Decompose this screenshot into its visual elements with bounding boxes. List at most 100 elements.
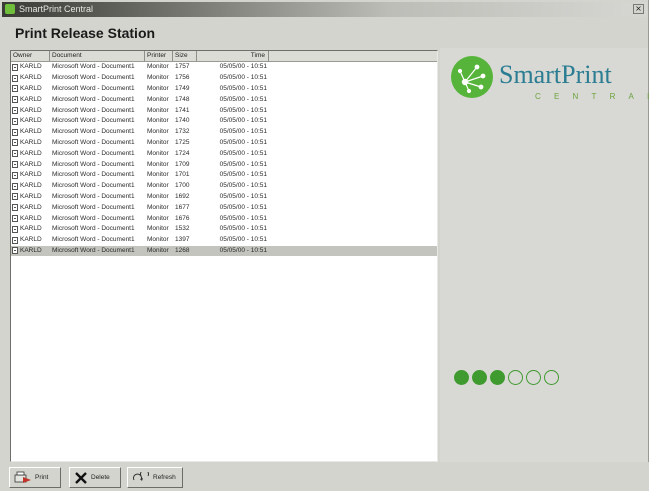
progress-dot <box>472 370 487 385</box>
delete-x-icon <box>75 471 87 484</box>
page-title: Print Release Station <box>15 25 156 41</box>
owner-text: KARLD <box>20 182 42 190</box>
table-row[interactable]: KARLD Microsoft Word - Document1 Monitor 17… <box>11 62 437 73</box>
cell-time: 05/05/00 - 10:51 <box>219 63 267 71</box>
cell-document: Microsoft Word - Document1 <box>52 128 135 136</box>
list-header: Owner Document Printer Size Time <box>11 51 437 62</box>
document-icon <box>12 139 18 147</box>
table-row[interactable]: KARLD Microsoft Word - Document1 Monitor 17… <box>11 84 437 95</box>
cell-size: 1532 <box>175 225 190 233</box>
progress-dot <box>508 370 523 385</box>
cell-time: 05/05/00 - 10:51 <box>219 225 267 233</box>
owner-text: KARLD <box>20 171 42 179</box>
cell-document: Microsoft Word - Document1 <box>52 84 135 92</box>
refresh-button[interactable]: Refresh <box>127 467 183 488</box>
cell-document: Microsoft Word - Document1 <box>52 117 135 125</box>
cell-size: 1709 <box>175 160 190 168</box>
table-row[interactable]: KARLD Microsoft Word - Document1 Monitor 16… <box>11 213 437 224</box>
cell-size: 1692 <box>175 192 190 200</box>
column-header-owner[interactable]: Owner <box>11 51 50 61</box>
cell-document: Microsoft Word - Document1 <box>52 149 135 157</box>
cell-document: Microsoft Word - Document1 <box>52 203 135 211</box>
cell-printer: Monitor <box>147 246 169 254</box>
cell-owner: KARLD <box>11 149 50 159</box>
cell-time: 05/05/00 - 10:51 <box>219 128 267 136</box>
table-row[interactable]: KARLD Microsoft Word - Document1 Monitor 12… <box>11 245 437 257</box>
column-header-printer[interactable]: Printer <box>145 51 173 61</box>
owner-text: KARLD <box>20 192 42 200</box>
table-row[interactable]: KARLD Microsoft Word - Document1 Monitor 17… <box>11 94 437 105</box>
owner-text: KARLD <box>20 246 42 254</box>
brand-subtitle: CENTRAL <box>535 92 649 101</box>
table-row[interactable]: KARLD Microsoft Word - Document1 Monitor 17… <box>11 105 437 116</box>
table-row[interactable]: KARLD Microsoft Word - Document1 Monitor 13… <box>11 235 437 246</box>
table-row[interactable]: KARLD Microsoft Word - Document1 Monitor 16… <box>11 202 437 213</box>
document-icon <box>12 128 18 136</box>
cell-document: Microsoft Word - Document1 <box>52 192 135 200</box>
cell-printer: Monitor <box>147 63 169 71</box>
table-row[interactable]: KARLD Microsoft Word - Document1 Monitor 17… <box>11 116 437 127</box>
print-job-list[interactable]: Owner Document Printer Size Time KARLD Mi… <box>10 50 438 462</box>
column-header-time[interactable]: Time <box>197 51 269 61</box>
owner-text: KARLD <box>20 149 42 157</box>
cell-printer: Monitor <box>147 192 169 200</box>
document-icon <box>12 204 18 212</box>
refresh-icon <box>133 471 149 481</box>
document-icon <box>12 85 18 93</box>
table-row[interactable]: KARLD Microsoft Word - Document1 Monitor 17… <box>11 159 437 170</box>
table-row[interactable]: KARLD Microsoft Word - Document1 Monitor 17… <box>11 170 437 181</box>
owner-text: KARLD <box>20 138 42 146</box>
table-row[interactable]: KARLD Microsoft Word - Document1 Monitor 17… <box>11 148 437 159</box>
table-row[interactable]: KARLD Microsoft Word - Document1 Monitor 17… <box>11 181 437 192</box>
owner-text: KARLD <box>20 160 42 168</box>
cell-document: Microsoft Word - Document1 <box>52 236 135 244</box>
cell-size: 1725 <box>175 138 190 146</box>
delete-button[interactable]: Delete <box>69 467 121 488</box>
table-row[interactable]: KARLD Microsoft Word - Document1 Monitor 16… <box>11 192 437 203</box>
cell-time: 05/05/00 - 10:51 <box>219 246 267 254</box>
cell-size: 1701 <box>175 171 190 179</box>
column-header-document[interactable]: Document <box>50 51 145 61</box>
cell-owner: KARLD <box>11 203 50 213</box>
cell-time: 05/05/00 - 10:51 <box>219 84 267 92</box>
printer-icon <box>14 471 31 483</box>
cell-owner: KARLD <box>11 73 50 83</box>
cell-size: 1268 <box>175 246 190 254</box>
table-row[interactable]: KARLD Microsoft Word - Document1 Monitor 17… <box>11 127 437 138</box>
cell-printer: Monitor <box>147 236 169 244</box>
print-button[interactable]: Print <box>9 467 61 488</box>
owner-text: KARLD <box>20 74 42 82</box>
document-icon <box>12 161 18 169</box>
cell-time: 05/05/00 - 10:51 <box>219 74 267 82</box>
owner-text: KARLD <box>20 117 42 125</box>
close-button[interactable]: × <box>633 4 644 14</box>
cell-printer: Monitor <box>147 95 169 103</box>
cell-time: 05/05/00 - 10:51 <box>219 182 267 190</box>
print-button-label: Print <box>35 474 49 481</box>
table-row[interactable]: KARLD Microsoft Word - Document1 Monitor 17… <box>11 73 437 84</box>
cell-owner: KARLD <box>11 116 50 126</box>
cell-document: Microsoft Word - Document1 <box>52 182 135 190</box>
progress-dot <box>490 370 505 385</box>
cell-owner: KARLD <box>11 181 50 191</box>
column-header-size[interactable]: Size <box>173 51 197 61</box>
owner-text: KARLD <box>20 106 42 114</box>
brand-panel: SmartPrint CENTRAL <box>440 48 649 462</box>
cell-document: Microsoft Word - Document1 <box>52 171 135 179</box>
owner-text: KARLD <box>20 203 42 211</box>
table-row[interactable]: KARLD Microsoft Word - Document1 Monitor 17… <box>11 138 437 149</box>
cell-printer: Monitor <box>147 225 169 233</box>
document-icon <box>12 215 18 223</box>
table-row[interactable]: KARLD Microsoft Word - Document1 Monitor 15… <box>11 224 437 235</box>
cell-time: 05/05/00 - 10:51 <box>219 192 267 200</box>
document-icon <box>12 96 18 104</box>
refresh-button-label: Refresh <box>153 474 176 481</box>
cell-printer: Monitor <box>147 149 169 157</box>
title-bar[interactable]: SmartPrint Central × <box>2 2 647 17</box>
owner-text: KARLD <box>20 236 42 244</box>
document-icon <box>12 74 18 82</box>
bottom-toolbar: Print Delete Refresh <box>0 462 649 491</box>
cell-printer: Monitor <box>147 138 169 146</box>
cell-time: 05/05/00 - 10:51 <box>219 117 267 125</box>
cell-printer: Monitor <box>147 203 169 211</box>
